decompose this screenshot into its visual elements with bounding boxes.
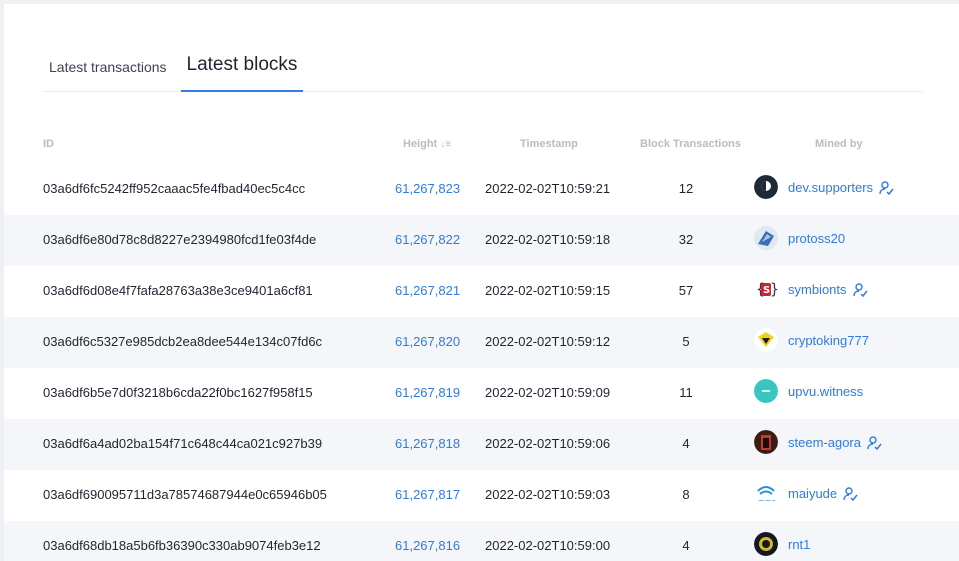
table-row: 03a6df68db18a5b6fb36390c330ab9074feb3e12… xyxy=(4,521,959,561)
table-row: 03a6df6c5327e985dcb2ea8dee544e134c07fd6c… xyxy=(4,317,959,368)
crown-logo-icon[interactable] xyxy=(754,328,778,352)
block-timestamp: 2022-02-02T10:59:12 xyxy=(485,334,611,349)
table-row: 03a6df6a4ad02ba154f71c648c44ca021c927b39… xyxy=(4,419,959,470)
blocks-table-body: 03a6df6fc5242ff952caaac5fe4fbad40ec5c4cc… xyxy=(4,164,959,561)
miner-name-link[interactable]: cryptoking777 xyxy=(788,333,869,348)
miner-name-link[interactable]: upvu.witness xyxy=(788,384,863,399)
tab-latest-blocks[interactable]: Latest blocks xyxy=(180,54,304,92)
block-timestamp: 2022-02-02T10:59:15 xyxy=(485,283,611,298)
table-header: ID Height ↓≡ Timestamp Block Transactions… xyxy=(4,130,959,160)
block-transaction-count: 11 xyxy=(679,385,693,400)
block-transaction-count: 57 xyxy=(678,283,694,298)
table-row: 03a6df6fc5242ff952caaac5fe4fbad40ec5c4cc… xyxy=(4,164,959,215)
verified-witness-icon xyxy=(843,486,858,501)
block-transaction-count: 8 xyxy=(682,487,690,502)
maiyude-logo-icon[interactable]: ~~~ xyxy=(754,481,778,505)
column-header-timestamp: Timestamp xyxy=(520,138,578,150)
dark-circle-logo-icon[interactable] xyxy=(754,175,778,199)
miner-name-link[interactable]: dev.supporters xyxy=(788,180,873,195)
miner-name-link[interactable]: symbionts xyxy=(788,282,847,297)
blocks-panel: Latest transactions Latest blocks ID Hei… xyxy=(4,4,959,561)
verified-witness-icon xyxy=(852,282,868,297)
block-id: 03a6df6e80d78c8d8227e2394980fcd1fe03f4de xyxy=(43,232,317,247)
block-timestamp: 2022-02-02T10:59:09 xyxy=(485,385,611,400)
block-timestamp: 2022-02-02T10:59:03 xyxy=(485,487,611,502)
sort-icon[interactable]: ↓≡ xyxy=(440,139,451,150)
block-transaction-count: 4 xyxy=(682,436,690,451)
block-timestamp: 2022-02-02T10:59:00 xyxy=(485,538,611,553)
block-height-link[interactable]: 61,267,818 xyxy=(395,436,460,451)
block-transaction-count: 5 xyxy=(682,334,690,349)
svg-text:~~~: ~~~ xyxy=(758,496,778,505)
block-height-link[interactable]: 61,267,816 xyxy=(395,538,460,553)
verified-witness-icon xyxy=(879,180,894,195)
miner-name-link[interactable]: steem-agora xyxy=(788,435,861,450)
miner-cell: upvu.witness xyxy=(754,379,863,403)
block-timestamp: 2022-02-02T10:59:21 xyxy=(485,181,611,196)
block-id: 03a6df6b5e7d0f3218b6cda22f0bc1627f958f15 xyxy=(43,385,313,400)
block-id: 03a6df6c5327e985dcb2ea8dee544e134c07fd6c xyxy=(43,334,323,349)
upvu-logo-icon[interactable] xyxy=(754,379,778,403)
miner-name-link[interactable]: maiyude xyxy=(788,486,837,501)
column-header-mined-by: Mined by xyxy=(815,138,863,150)
miner-cell: cryptoking777 xyxy=(754,328,869,352)
miner-cell: rnt1 xyxy=(754,532,810,556)
block-transaction-count: 4 xyxy=(682,538,690,553)
block-transaction-count: 32 xyxy=(678,232,694,247)
steem-agora-avatar-icon[interactable] xyxy=(754,430,778,454)
column-header-height-label: Height xyxy=(403,138,438,150)
table-row: 03a6df6b5e7d0f3218b6cda22f0bc1627f958f15… xyxy=(4,368,959,419)
block-id: 03a6df6d08e4f7fafa28763a38e3ce9401a6cf81 xyxy=(43,283,313,298)
table-row: 03a6df6d08e4f7fafa28763a38e3ce9401a6cf81… xyxy=(4,266,959,317)
verified-witness-icon xyxy=(867,435,882,450)
symbionts-logo-icon[interactable]: {S} xyxy=(754,277,778,301)
protoss-avatar-icon[interactable] xyxy=(754,226,778,250)
column-header-id: ID xyxy=(43,138,54,150)
block-height-link[interactable]: 61,267,820 xyxy=(395,334,460,349)
block-id: 03a6df6fc5242ff952caaac5fe4fbad40ec5c4cc xyxy=(43,181,306,196)
svg-text:}: } xyxy=(770,280,778,298)
column-header-height[interactable]: Height ↓≡ xyxy=(403,138,451,150)
block-id: 03a6df690095711d3a78574687944e0c65946b05 xyxy=(43,487,327,502)
miner-cell: protoss20 xyxy=(754,226,845,250)
column-header-block-transactions: Block Transactions xyxy=(640,138,741,150)
block-height-link[interactable]: 61,267,817 xyxy=(395,487,460,502)
block-height-link[interactable]: 61,267,821 xyxy=(395,283,460,298)
rnt1-avatar-icon[interactable] xyxy=(754,532,778,556)
miner-cell: ~~~ maiyude xyxy=(754,481,858,505)
tab-latest-transactions[interactable]: Latest transactions xyxy=(43,59,173,91)
miner-cell: {S} symbionts xyxy=(754,277,868,301)
miner-cell: dev.supporters xyxy=(754,175,894,199)
block-height-link[interactable]: 61,267,819 xyxy=(395,385,460,400)
block-transaction-count: 12 xyxy=(678,181,694,196)
block-height-link[interactable]: 61,267,823 xyxy=(395,181,460,196)
table-row: 03a6df690095711d3a78574687944e0c65946b05… xyxy=(4,470,959,521)
block-timestamp: 2022-02-02T10:59:06 xyxy=(485,436,611,451)
miner-cell: steem-agora xyxy=(754,430,882,454)
block-height-link[interactable]: 61,267,822 xyxy=(395,232,460,247)
miner-name-link[interactable]: rnt1 xyxy=(788,537,810,552)
table-row: 03a6df6e80d78c8d8227e2394980fcd1fe03f4de… xyxy=(4,215,959,266)
block-id: 03a6df68db18a5b6fb36390c330ab9074feb3e12 xyxy=(43,538,321,553)
miner-name-link[interactable]: protoss20 xyxy=(788,231,845,246)
block-id: 03a6df6a4ad02ba154f71c648c44ca021c927b39 xyxy=(43,436,323,451)
block-timestamp: 2022-02-02T10:59:18 xyxy=(485,232,611,247)
tab-bar: Latest transactions Latest blocks xyxy=(43,44,923,92)
